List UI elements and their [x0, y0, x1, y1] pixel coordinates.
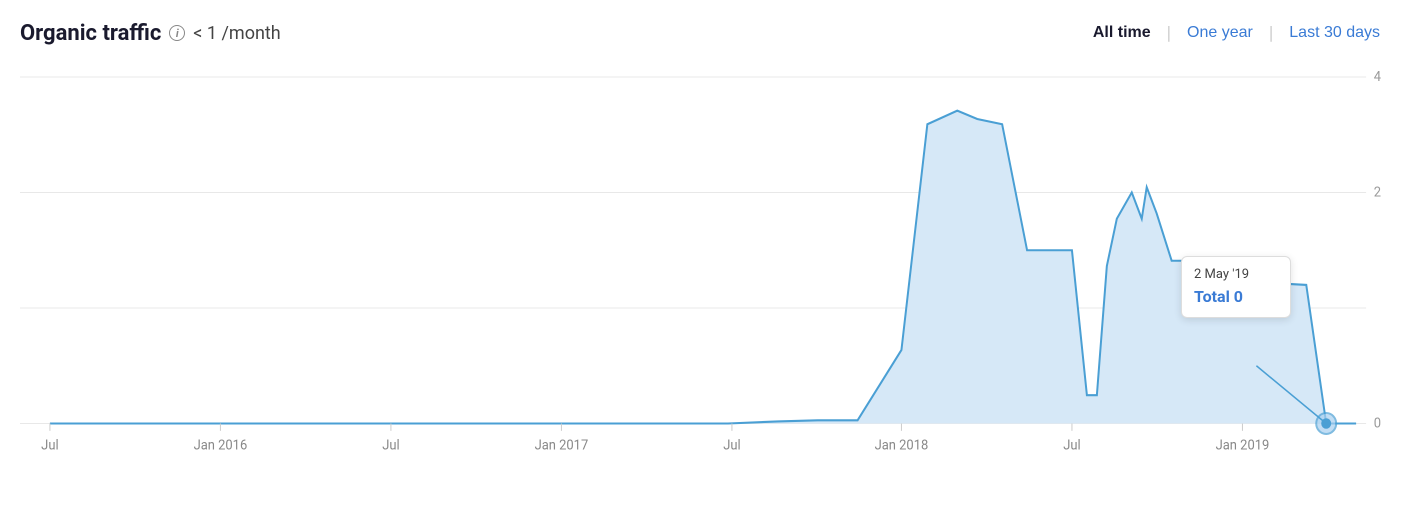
- svg-text:Jul: Jul: [41, 438, 58, 453]
- svg-text:0: 0: [1374, 416, 1381, 431]
- page-container: Organic traffic i < 1 /month All time | …: [0, 0, 1426, 530]
- svg-text:Jan 2016: Jan 2016: [194, 438, 248, 453]
- filter-one-year[interactable]: One year: [1171, 20, 1269, 46]
- svg-text:Jan 2019: Jan 2019: [1216, 438, 1270, 453]
- svg-text:Jan 2017: Jan 2017: [535, 438, 589, 453]
- time-filter-group: All time | One year | Last 30 days: [1077, 20, 1396, 46]
- filter-all-time[interactable]: All time: [1077, 20, 1167, 46]
- filter-last-30-days[interactable]: Last 30 days: [1273, 20, 1396, 46]
- info-icon[interactable]: i: [169, 25, 185, 41]
- tooltip-value: Total 0: [1194, 285, 1278, 309]
- chart-title: Organic traffic: [20, 21, 161, 46]
- svg-text:4: 4: [1374, 70, 1382, 85]
- svg-text:Jan 2018: Jan 2018: [875, 438, 929, 453]
- svg-text:Jul: Jul: [1063, 438, 1080, 453]
- svg-text:Jul: Jul: [382, 438, 399, 453]
- chart-area: 4 2 0 Jul Jan 2016 Jul Ja: [20, 56, 1396, 476]
- chart-tooltip: 2 May '19 Total 0: [1181, 256, 1291, 318]
- chart-subtitle: < 1 /month: [193, 23, 280, 44]
- title-group: Organic traffic i < 1 /month: [20, 21, 281, 46]
- chart-header: Organic traffic i < 1 /month All time | …: [20, 20, 1396, 46]
- tooltip-date: 2 May '19: [1194, 265, 1278, 285]
- svg-text:2: 2: [1374, 185, 1381, 200]
- svg-text:Jul: Jul: [723, 438, 740, 453]
